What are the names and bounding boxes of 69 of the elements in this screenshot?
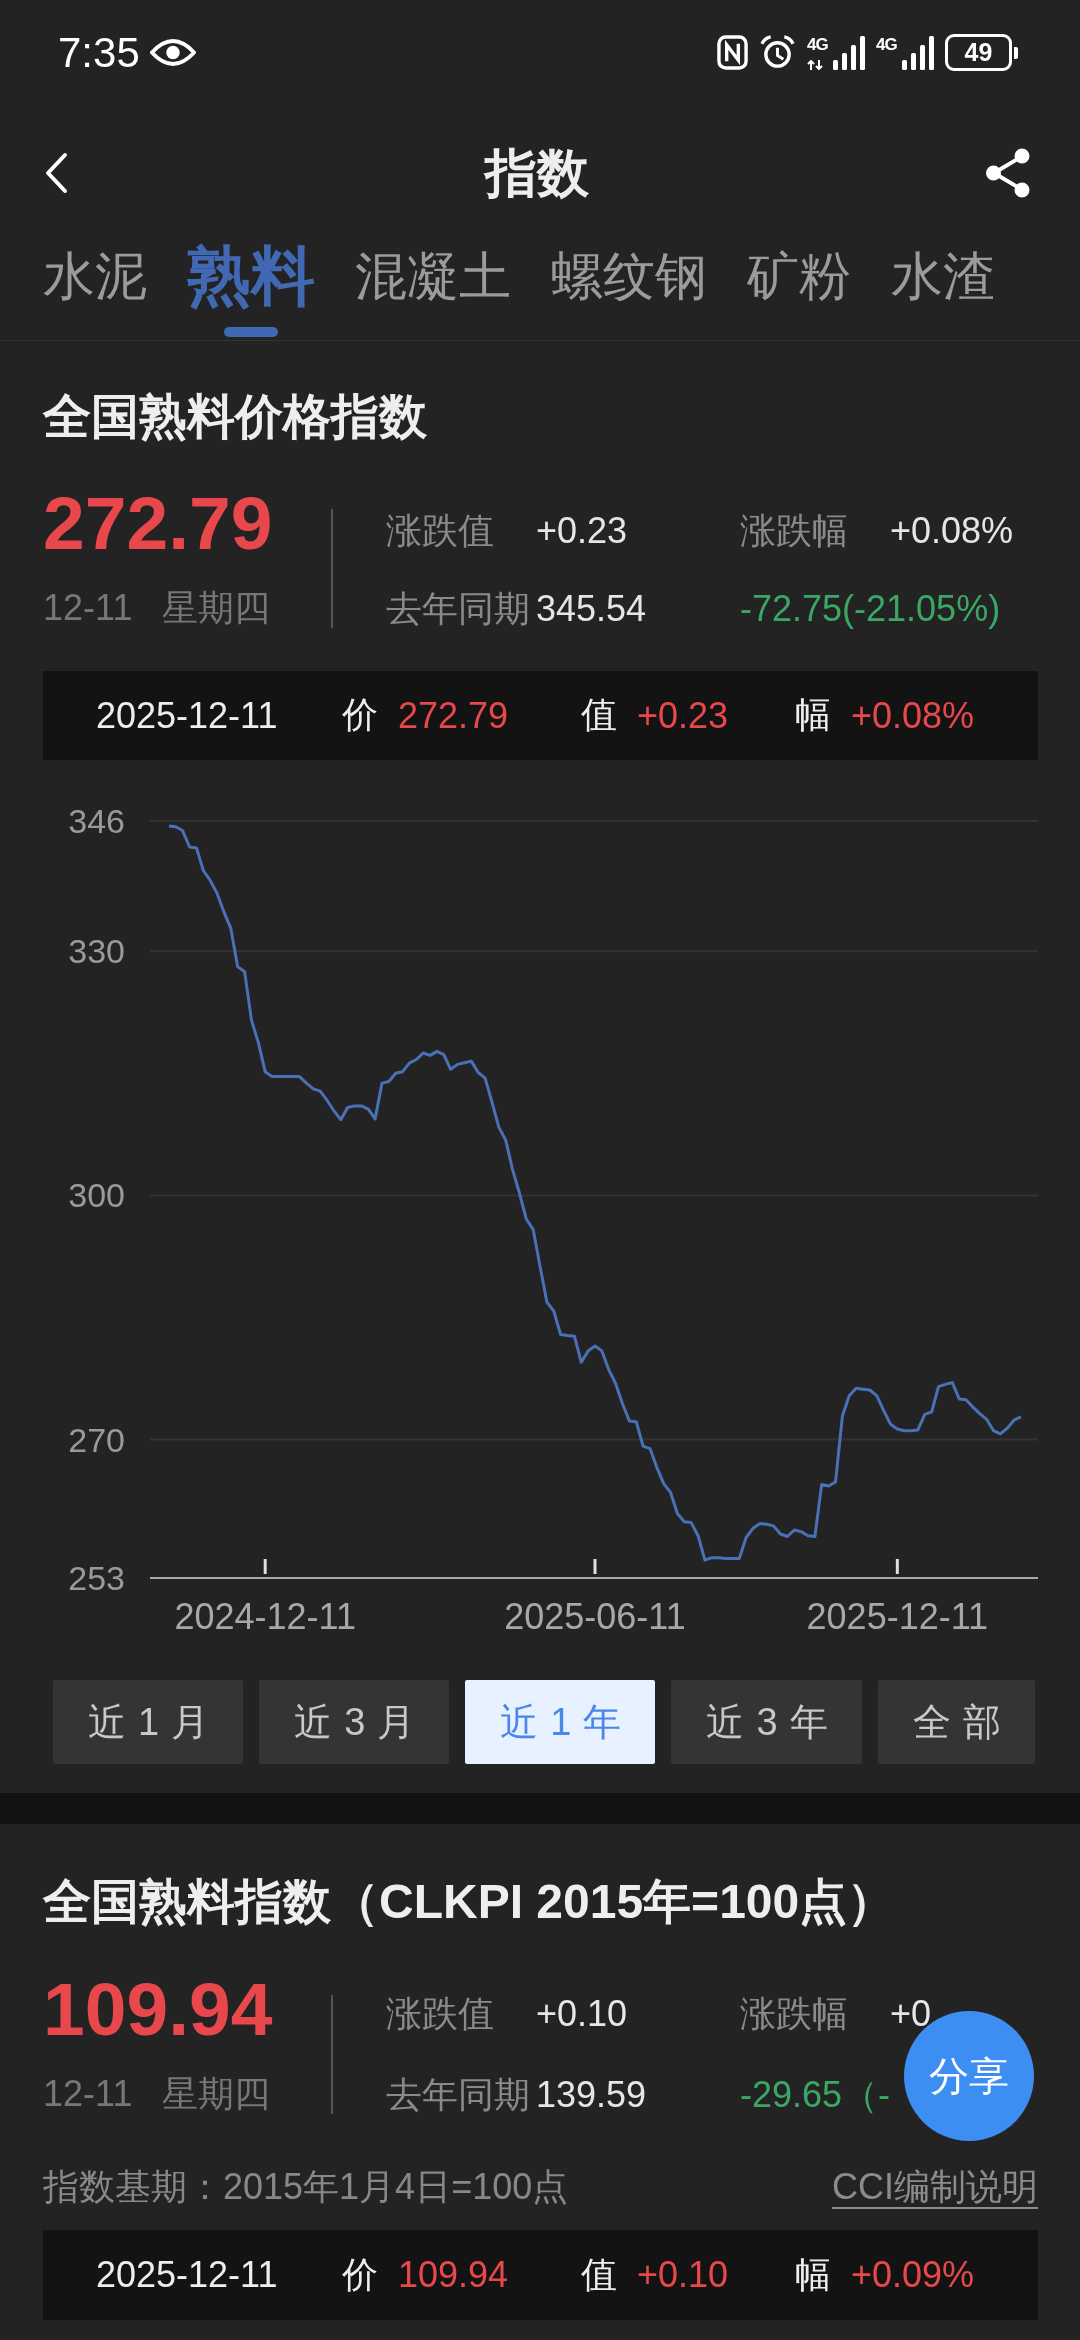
- date-text: 12-11: [43, 586, 133, 630]
- signal-icon: [833, 35, 865, 70]
- y-axis-label: 270: [68, 1420, 125, 1459]
- category-tab[interactable]: 水泥: [43, 240, 147, 306]
- change-value: +0.23: [637, 694, 729, 737]
- price-value: 272.79: [398, 694, 509, 737]
- tab-indicator: [224, 327, 278, 337]
- x-axis-label: 2024-12-11: [174, 1596, 356, 1637]
- stat-value: +0.08%: [890, 509, 1014, 553]
- x-axis-label: 2025-12-11: [806, 1596, 989, 1637]
- category-tab[interactable]: 螺纹钢: [551, 240, 707, 306]
- category-tab[interactable]: 混凝土: [355, 240, 511, 306]
- weekday-text: 星期四: [162, 2072, 271, 2116]
- price-label: 价: [342, 2252, 378, 2297]
- card-title: 全国熟料价格指数: [43, 389, 428, 445]
- percent-label: 幅: [795, 693, 831, 737]
- change-label: 值: [581, 693, 617, 737]
- stat-label: 去年同期: [386, 587, 530, 631]
- eye-icon: [149, 37, 196, 68]
- network-type-label: 4G: [876, 35, 897, 53]
- date-text: 12-11: [43, 2072, 133, 2116]
- network-type-label: 4G: [807, 35, 828, 53]
- share-icon[interactable]: [985, 147, 1031, 198]
- price-label: 价: [342, 693, 378, 737]
- stat-value: +0.10: [536, 1992, 628, 2036]
- card-title: 全国熟料指数（CLKPI 2015年=100点）: [43, 1874, 897, 1930]
- change-value: +0.10: [637, 2254, 729, 2296]
- percent-label: 幅: [795, 2252, 831, 2297]
- year-over-year-change: -29.65（-: [740, 2073, 891, 2117]
- battery-indicator: 49: [945, 34, 1018, 71]
- page-title: 指数: [485, 146, 589, 199]
- back-icon[interactable]: [43, 151, 69, 194]
- y-axis-label: 346: [68, 802, 125, 840]
- range-button[interactable]: 近3年: [671, 1680, 862, 1764]
- stat-label: 去年同期: [386, 2073, 530, 2117]
- signal-icon: [902, 35, 934, 70]
- index-price: 109.94: [43, 1971, 274, 2047]
- year-over-year-change: -72.75(-21.05%): [740, 587, 1001, 631]
- stat-value: 345.54: [536, 587, 647, 631]
- category-tab[interactable]: 水渣: [891, 240, 995, 306]
- percent-value: +0.08%: [851, 694, 975, 737]
- stat-label: 涨跌幅: [740, 509, 848, 553]
- category-tab[interactable]: 熟料: [187, 240, 315, 337]
- quote-date: 2025-12-11: [96, 2254, 278, 2296]
- y-axis-label: 330: [68, 932, 125, 971]
- category-tab[interactable]: 矿粉: [747, 240, 851, 306]
- stat-value: +0.23: [536, 509, 628, 553]
- stat-value: 139.59: [536, 2073, 647, 2117]
- status-time: 7:35: [58, 31, 140, 74]
- range-button[interactable]: 近1月: [53, 1680, 244, 1764]
- base-period-note: 指数基期：2015年1月4日=100点: [43, 2165, 569, 2209]
- range-button[interactable]: 近3月: [259, 1680, 450, 1764]
- stat-label: 涨跌值: [386, 509, 494, 553]
- index-price: 272.79: [43, 485, 274, 561]
- weekday-text: 星期四: [162, 586, 271, 630]
- percent-value: +0.09%: [851, 2254, 975, 2296]
- y-axis-label: 253: [68, 1559, 125, 1597]
- range-button[interactable]: 近1年: [465, 1680, 656, 1764]
- price-value: 109.94: [398, 2254, 509, 2296]
- stat-label: 涨跌幅: [740, 1992, 848, 2036]
- quote-date: 2025-12-11: [96, 694, 278, 737]
- x-axis-label: 2025-06-11: [504, 1596, 686, 1637]
- change-label: 值: [581, 2252, 617, 2297]
- methodology-link[interactable]: CCI编制说明: [832, 2163, 1038, 2211]
- range-button[interactable]: 全部: [877, 1680, 1035, 1764]
- y-axis-label: 300: [68, 1176, 125, 1215]
- nfc-icon: [717, 35, 748, 70]
- alarm-icon: [759, 35, 796, 70]
- stat-label: 涨跌值: [386, 1992, 494, 2036]
